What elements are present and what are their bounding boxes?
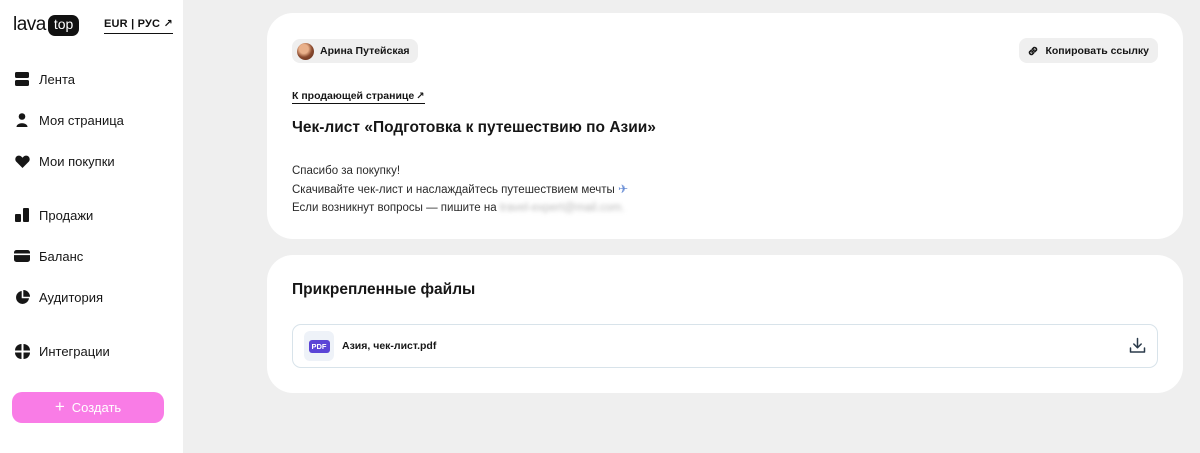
sidebar-item-my-purchases[interactable]: Мои покупки — [14, 153, 115, 169]
download-icon[interactable] — [1129, 337, 1146, 359]
file-row[interactable]: PDF Азия, чек-лист.pdf — [292, 324, 1158, 368]
user-icon — [14, 112, 30, 128]
author-name: Арина Путейская — [320, 45, 410, 57]
feed-icon — [14, 71, 30, 87]
attached-files-title: Прикрепленные файлы — [292, 281, 476, 298]
sidebar-item-feed[interactable]: Лента — [14, 71, 75, 87]
sidebar-item-label: Интеграции — [39, 343, 110, 359]
attached-files-card: Прикрепленные файлы PDF Азия, чек-лист.p… — [267, 255, 1183, 393]
copy-link-label: Копировать ссылку — [1045, 44, 1149, 57]
purchase-message: Спасибо за покупку! Скачивайте чек-лист … — [292, 162, 628, 217]
create-button-label: Создать — [71, 400, 122, 415]
currency-language-switch[interactable]: EUR | РУС ↗ — [104, 17, 173, 34]
pdf-badge: PDF — [308, 339, 330, 353]
heart-icon — [14, 153, 30, 169]
sidebar-item-label: Аудитория — [39, 289, 104, 305]
message-line: Скачивайте чек-лист и наслаждайтесь путе… — [292, 180, 628, 199]
sidebar-item-label: Продажи — [39, 207, 94, 223]
author-chip[interactable]: Арина Путейская — [292, 39, 418, 63]
file-name: Азия, чек-лист.pdf — [342, 340, 437, 352]
logo-text-top: top — [47, 14, 80, 36]
contact-email: travel-expert@mail.com. — [499, 202, 625, 214]
sidebar-item-sales[interactable]: Продажи — [14, 207, 93, 223]
pie-chart-icon — [14, 289, 30, 305]
product-title: Чек-лист «Подготовка к путешествию по Аз… — [292, 119, 656, 136]
sidebar-item-label: Мои покупки — [39, 153, 115, 169]
sidebar-item-label: Баланс — [39, 248, 84, 264]
message-line: Спасибо за покупку! — [292, 165, 401, 177]
sidebar-item-balance[interactable]: Баланс — [14, 248, 83, 264]
message-line: Если возникнут вопросы — пишите на trave… — [292, 199, 628, 217]
message-text: Скачивайте чек-лист и наслаждайтесь путе… — [292, 184, 615, 196]
sidebar-item-label: Лента — [39, 71, 75, 87]
sidebar-item-label: Моя страница — [39, 112, 124, 128]
sidebar-item-my-page[interactable]: Моя страница — [14, 112, 124, 128]
plus-icon: + — [54, 397, 65, 416]
avatar — [297, 42, 314, 60]
link-icon — [1027, 45, 1039, 57]
airplane-icon: ✈ — [618, 182, 629, 196]
external-arrow-icon: ↗ — [416, 90, 425, 102]
wallet-card-icon — [14, 248, 30, 264]
create-button[interactable]: + Создать — [12, 392, 164, 423]
product-card: Арина Путейская Копировать ссылку К прод… — [267, 13, 1183, 239]
sidebar-item-integrations[interactable]: Интеграции — [14, 343, 110, 359]
sales-chart-icon — [14, 207, 30, 223]
message-text: Если возникнут вопросы — пишите на — [292, 202, 497, 214]
copy-link-button[interactable]: Копировать ссылку — [1019, 38, 1158, 63]
logo-text-lava: lava — [13, 14, 46, 35]
seller-page-link-label: К продающей странице — [292, 90, 415, 102]
integrations-icon — [14, 343, 30, 359]
sidebar-item-audience[interactable]: Аудитория — [14, 289, 103, 305]
lava-top-logo[interactable]: lava top — [13, 14, 80, 36]
sidebar: lava top EUR | РУС ↗ Лента Моя страница … — [0, 0, 183, 453]
pdf-file-icon: PDF — [304, 331, 334, 361]
seller-page-link[interactable]: К продающей странице ↗ — [292, 90, 425, 104]
